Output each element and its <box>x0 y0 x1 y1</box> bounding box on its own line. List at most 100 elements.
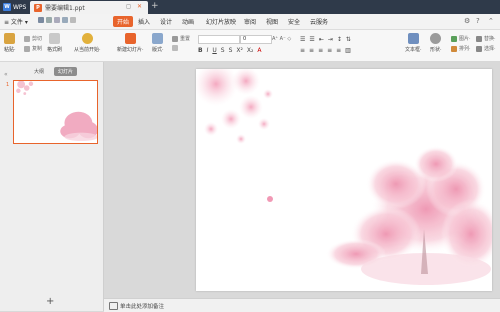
copy-button[interactable]: 复制 <box>24 45 42 52</box>
numbering-icon[interactable]: ☰ <box>309 36 314 43</box>
restore-tab-icon[interactable]: ◻ <box>126 3 131 10</box>
close-tab-icon[interactable]: ✕ <box>137 3 142 10</box>
shadow-icon[interactable]: S <box>229 47 233 54</box>
justify-icon[interactable]: ≡ <box>327 47 332 54</box>
preview-icon[interactable] <box>54 17 60 23</box>
columns-icon[interactable]: ▥ <box>345 47 351 54</box>
new-slide-label: 新建幻灯片· <box>117 47 144 53</box>
tab-view[interactable]: 视图 <box>266 17 278 26</box>
cherry-blossom-artwork <box>196 69 492 285</box>
layout-button[interactable]: 版式· <box>152 33 164 53</box>
picture-label: 图片· <box>459 36 471 42</box>
tab-security[interactable]: 安全 <box>288 17 300 26</box>
tab-slides[interactable]: 幻灯片 <box>54 67 78 76</box>
app-name: WPS <box>13 3 27 11</box>
file-menu[interactable]: ≡ 文件 ▾ <box>4 17 28 26</box>
reset-button[interactable]: 重置 <box>172 35 190 42</box>
section-button[interactable] <box>172 45 180 51</box>
tab-cloud-service[interactable]: 云服务 <box>310 17 328 26</box>
print-icon[interactable] <box>46 17 52 23</box>
distribute-icon[interactable]: ≡ <box>336 47 341 54</box>
tab-review[interactable]: 审阅 <box>244 17 256 26</box>
save-icon[interactable] <box>38 17 44 23</box>
title-bar: W WPS P 需要编辑1.ppt ◻ ✕ + <box>0 0 500 14</box>
line-spacing-icon[interactable]: ↕ <box>337 36 342 43</box>
paragraph-row-1: ☰ ☰ ⇤ ⇥ ↕ ⇅ <box>300 36 351 43</box>
clear-format-icon[interactable]: ◇ <box>287 36 291 42</box>
shape-label: 形状· <box>430 47 442 53</box>
add-slide-button[interactable]: + <box>46 296 54 307</box>
font-size-input[interactable]: 0 <box>240 35 272 44</box>
format-painter-label: 格式刷 <box>47 47 63 53</box>
strikethrough-icon[interactable]: S <box>221 47 225 54</box>
play-from-current-button[interactable]: 从当前开始· <box>74 33 101 53</box>
font-color-icon[interactable]: A <box>257 47 261 54</box>
thumbnail-blossom-artwork <box>16 81 97 142</box>
slide-thumbnail-1[interactable] <box>13 80 98 144</box>
document-tab[interactable]: P 需要编辑1.ppt ◻ ✕ <box>30 1 148 14</box>
paste-button[interactable]: 粘贴· <box>4 33 16 53</box>
arrange-button[interactable]: 排列· <box>451 45 471 52</box>
tab-insert[interactable]: 插入 <box>138 17 150 26</box>
underline-icon[interactable]: U <box>212 47 216 54</box>
slide-number: 1 <box>6 82 10 88</box>
document-tab-label: 需要编辑1.ppt <box>45 5 85 12</box>
select-button[interactable]: 选择· <box>476 45 496 52</box>
wps-app-menu[interactable]: W WPS <box>3 2 26 12</box>
bullets-icon[interactable]: ☰ <box>300 36 305 43</box>
notes-placeholder[interactable]: 单击此处添加备注 <box>120 302 164 310</box>
font-size-controls: A⁺ A⁻ ◇ <box>272 36 291 42</box>
tab-design[interactable]: 设计 <box>160 17 172 26</box>
tab-outline[interactable]: 大纲 <box>30 67 48 76</box>
increase-indent-icon[interactable]: ⇥ <box>328 36 333 43</box>
section-icon <box>172 45 178 51</box>
help-icon[interactable]: ? <box>476 17 480 25</box>
undo-icon[interactable] <box>62 17 68 23</box>
tab-slideshow[interactable]: 幻灯片放映 <box>206 17 236 26</box>
tab-start[interactable]: 开始 <box>113 16 134 27</box>
replace-button[interactable]: 替换· <box>476 35 496 42</box>
shape-icon <box>430 33 442 44</box>
reset-icon <box>172 35 178 42</box>
format-painter-button[interactable]: 格式刷 <box>47 33 62 53</box>
paragraph-row-2: ≡ ≡ ≡ ≡ ≡ ▥ <box>300 47 351 54</box>
paste-label: 粘贴· <box>4 47 16 53</box>
text-box-label: 文本框· <box>405 47 422 53</box>
redo-icon[interactable] <box>70 17 76 23</box>
text-box-button[interactable]: 文本框· <box>405 33 422 53</box>
tab-animation[interactable]: 动画 <box>182 17 194 26</box>
text-direction-icon[interactable]: ⇅ <box>346 36 351 43</box>
decrease-indent-icon[interactable]: ⇤ <box>319 36 324 43</box>
new-tab-button[interactable]: + <box>151 1 159 11</box>
wps-logo-icon: W <box>3 3 11 11</box>
slide-editor[interactable] <box>196 69 492 291</box>
collapse-ribbon-icon[interactable]: ⌃ <box>488 17 494 25</box>
cut-button[interactable]: 剪切 <box>24 35 42 42</box>
font-name-input[interactable] <box>198 35 240 44</box>
select-label: 选择· <box>484 46 496 52</box>
superscript-icon[interactable]: X² <box>236 47 243 54</box>
subscript-icon[interactable]: X₂ <box>247 47 254 54</box>
picture-button[interactable]: 图片· <box>451 35 471 42</box>
collapse-panel-icon[interactable]: « <box>4 71 8 78</box>
new-slide-button[interactable]: 新建幻灯片· <box>117 33 144 53</box>
new-slide-icon <box>124 33 136 44</box>
italic-icon[interactable]: I <box>207 47 209 54</box>
text-format-row: B I U S S X² X₂ A <box>198 47 262 54</box>
arrange-label: 排列· <box>459 46 471 52</box>
settings-icon[interactable]: ⚙ <box>464 17 470 25</box>
align-left-icon[interactable]: ≡ <box>300 47 305 54</box>
bold-icon[interactable]: B <box>198 47 203 54</box>
ppt-file-icon: P <box>34 3 42 12</box>
align-center-icon[interactable]: ≡ <box>309 47 314 54</box>
cut-label: 剪切 <box>32 36 43 42</box>
align-right-icon[interactable]: ≡ <box>318 47 323 54</box>
shape-button[interactable]: 形状· <box>430 33 442 53</box>
panel-tabs: « 大纲 幻灯片 <box>0 66 103 78</box>
decrease-font-icon[interactable]: A⁻ <box>280 36 286 42</box>
slides-panel: « 大纲 幻灯片 1 + <box>0 62 104 311</box>
format-painter-icon <box>49 33 60 44</box>
arrange-icon <box>451 45 457 52</box>
cut-icon <box>24 35 30 42</box>
increase-font-icon[interactable]: A⁺ <box>272 36 278 42</box>
